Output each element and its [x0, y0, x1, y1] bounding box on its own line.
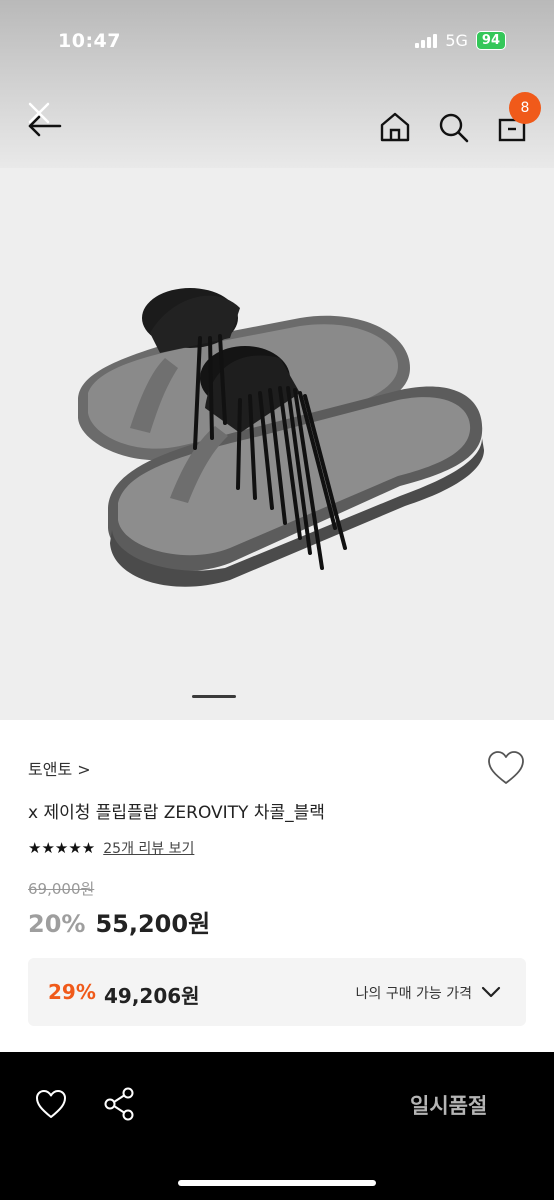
sold-out-status: 일시품절 — [410, 1094, 488, 1118]
product-image-gallery[interactable] — [0, 168, 554, 720]
gallery-slide-indicator — [192, 695, 236, 698]
top-header: 10:47 5G 94 8 — [0, 0, 554, 168]
review-link[interactable]: 25개 리뷰 보기 — [103, 838, 194, 858]
share-icon[interactable] — [102, 1086, 136, 1122]
rating-row: ★★★★★ 25개 리뷰 보기 — [28, 838, 194, 858]
star-rating: ★★★★★ — [28, 839, 96, 857]
discount-rate: 20% — [28, 910, 86, 938]
bottom-action-bar: 일시품절 — [0, 1052, 554, 1200]
heart-icon[interactable] — [486, 750, 526, 786]
heart-icon[interactable] — [34, 1088, 68, 1120]
status-time: 10:47 — [58, 30, 121, 52]
product-title: x 제이청 플립플랍 ZEROVITY 차콜_블랙 — [28, 803, 325, 823]
product-image — [78, 288, 484, 587]
my-purchase-price-box[interactable]: 29% 49,206원 나의 구매 가능 가격 — [28, 958, 526, 1026]
sale-price-row: 20% 55,200원 — [28, 904, 210, 939]
network-label: 5G — [445, 31, 468, 50]
cart-count-badge: 8 — [509, 92, 541, 124]
home-icon[interactable] — [378, 110, 412, 144]
search-icon[interactable] — [436, 110, 470, 144]
signal-icon — [415, 33, 438, 48]
battery-badge: 94 — [475, 31, 506, 50]
brand-link[interactable]: 토앤토 > — [28, 756, 91, 780]
home-indicator — [178, 1180, 376, 1186]
sale-price: 55,200원 — [95, 910, 211, 938]
back-close-icon[interactable] — [26, 100, 66, 140]
chevron-down-icon — [481, 986, 501, 998]
status-indicators: 5G 94 — [415, 31, 506, 50]
my-purchase-price-label: 나의 구매 가능 가격 — [355, 986, 472, 1002]
original-price: 69,000원 — [28, 880, 95, 898]
my-purchase-price: 49,206원 — [104, 984, 200, 1008]
my-discount-rate: 29% — [48, 980, 96, 1004]
